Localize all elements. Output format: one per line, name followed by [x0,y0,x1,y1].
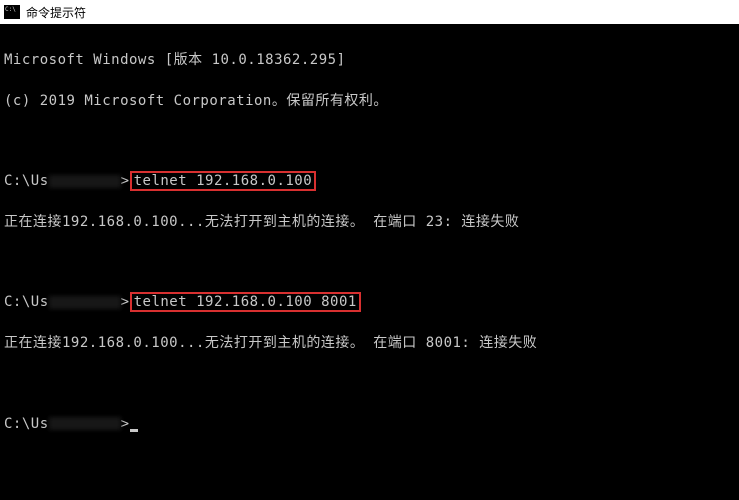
prompt-prefix: C:\Us [4,416,49,432]
prompt-prefix: C:\Us [4,294,49,310]
highlight-command-2: telnet 192.168.0.100 8001 [130,292,361,312]
blank-line [4,131,735,151]
prompt-line-3: C:\Us > [4,414,735,434]
cmd-icon [4,5,20,19]
result-2: 正在连接192.168.0.100...无法打开到主机的连接。 在端口 8001… [4,333,735,353]
redacted-user [49,417,121,430]
prompt-prefix: C:\Us [4,173,49,189]
cursor [130,429,138,432]
command-2: telnet 192.168.0.100 8001 [134,294,357,310]
redacted-user [49,175,121,188]
banner-version: Microsoft Windows [版本 10.0.18362.295] [4,50,735,70]
command-1: telnet 192.168.0.100 [134,173,313,189]
prompt-suffix: > [121,294,130,310]
blank-line [4,374,735,394]
window-title: 命令提示符 [26,4,86,21]
redacted-user [49,296,121,309]
prompt-suffix: > [121,416,130,432]
result-1: 正在连接192.168.0.100...无法打开到主机的连接。 在端口 23: … [4,212,735,232]
prompt-line-1: C:\Us >telnet 192.168.0.100 [4,171,735,191]
blank-line [4,253,735,273]
prompt-line-2: C:\Us >telnet 192.168.0.100 8001 [4,292,735,312]
window-titlebar[interactable]: 命令提示符 [0,0,739,24]
banner-copyright: (c) 2019 Microsoft Corporation。保留所有权利。 [4,91,735,111]
highlight-command-1: telnet 192.168.0.100 [130,171,317,191]
terminal-output[interactable]: Microsoft Windows [版本 10.0.18362.295] (c… [0,24,739,460]
prompt-suffix: > [121,173,130,189]
